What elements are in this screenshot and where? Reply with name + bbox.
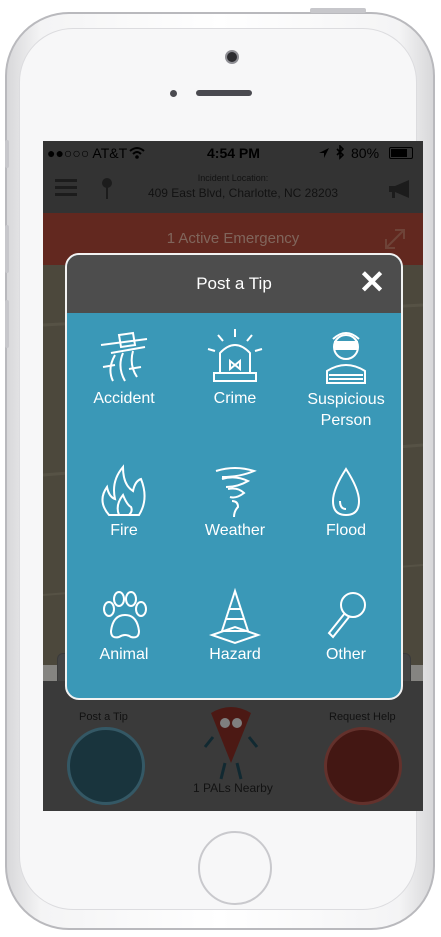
front-camera bbox=[225, 50, 239, 64]
modal-header: Post a Tip bbox=[67, 255, 401, 313]
proximity-sensor bbox=[170, 90, 177, 97]
tip-option-crime[interactable]: Crime bbox=[180, 325, 290, 445]
tip-option-label: Fire bbox=[110, 522, 138, 539]
fire-icon bbox=[101, 464, 146, 516]
tip-option-animal[interactable]: Animal bbox=[69, 585, 179, 698]
tip-option-label: Accident bbox=[93, 390, 155, 407]
post-tip-modal: Post a Tip ✕ Accident Crime Suspicious P… bbox=[65, 253, 403, 700]
mute-switch bbox=[5, 140, 9, 168]
siren-icon bbox=[207, 329, 263, 382]
tip-option-weather[interactable]: Weather bbox=[180, 461, 290, 581]
burglar-icon bbox=[326, 332, 366, 384]
power-button bbox=[310, 8, 366, 13]
earpiece-speaker bbox=[196, 90, 252, 96]
tip-option-label: Hazard bbox=[209, 646, 261, 663]
traffic-cone-icon bbox=[208, 587, 262, 645]
tip-option-flood[interactable]: Flood bbox=[291, 461, 401, 581]
tip-option-label: Crime bbox=[213, 390, 257, 407]
paw-icon bbox=[103, 591, 147, 639]
tornado-icon bbox=[215, 467, 257, 518]
accident-icon bbox=[100, 331, 148, 382]
tip-option-accident[interactable]: Accident bbox=[69, 325, 179, 445]
tip-option-label: Suspicious Person bbox=[307, 391, 385, 429]
tip-option-label: Other bbox=[325, 646, 366, 663]
tip-option-other[interactable]: Other bbox=[291, 585, 401, 698]
modal-title: Post a Tip bbox=[196, 274, 272, 293]
magnifier-icon bbox=[327, 592, 366, 639]
tip-option-hazard[interactable]: Hazard bbox=[180, 585, 290, 698]
tip-option-label: Animal bbox=[99, 646, 149, 663]
tip-option-label: Flood bbox=[325, 522, 367, 539]
volume-up-button bbox=[5, 225, 9, 273]
volume-down-button bbox=[5, 300, 9, 348]
water-drop-icon bbox=[331, 467, 361, 517]
close-icon[interactable]: ✕ bbox=[357, 266, 387, 298]
home-button[interactable] bbox=[198, 831, 272, 905]
tip-option-label: Weather bbox=[204, 522, 266, 539]
tip-option-fire[interactable]: Fire bbox=[69, 461, 179, 581]
tip-option-suspicious-person[interactable]: Suspicious Person bbox=[291, 325, 401, 445]
